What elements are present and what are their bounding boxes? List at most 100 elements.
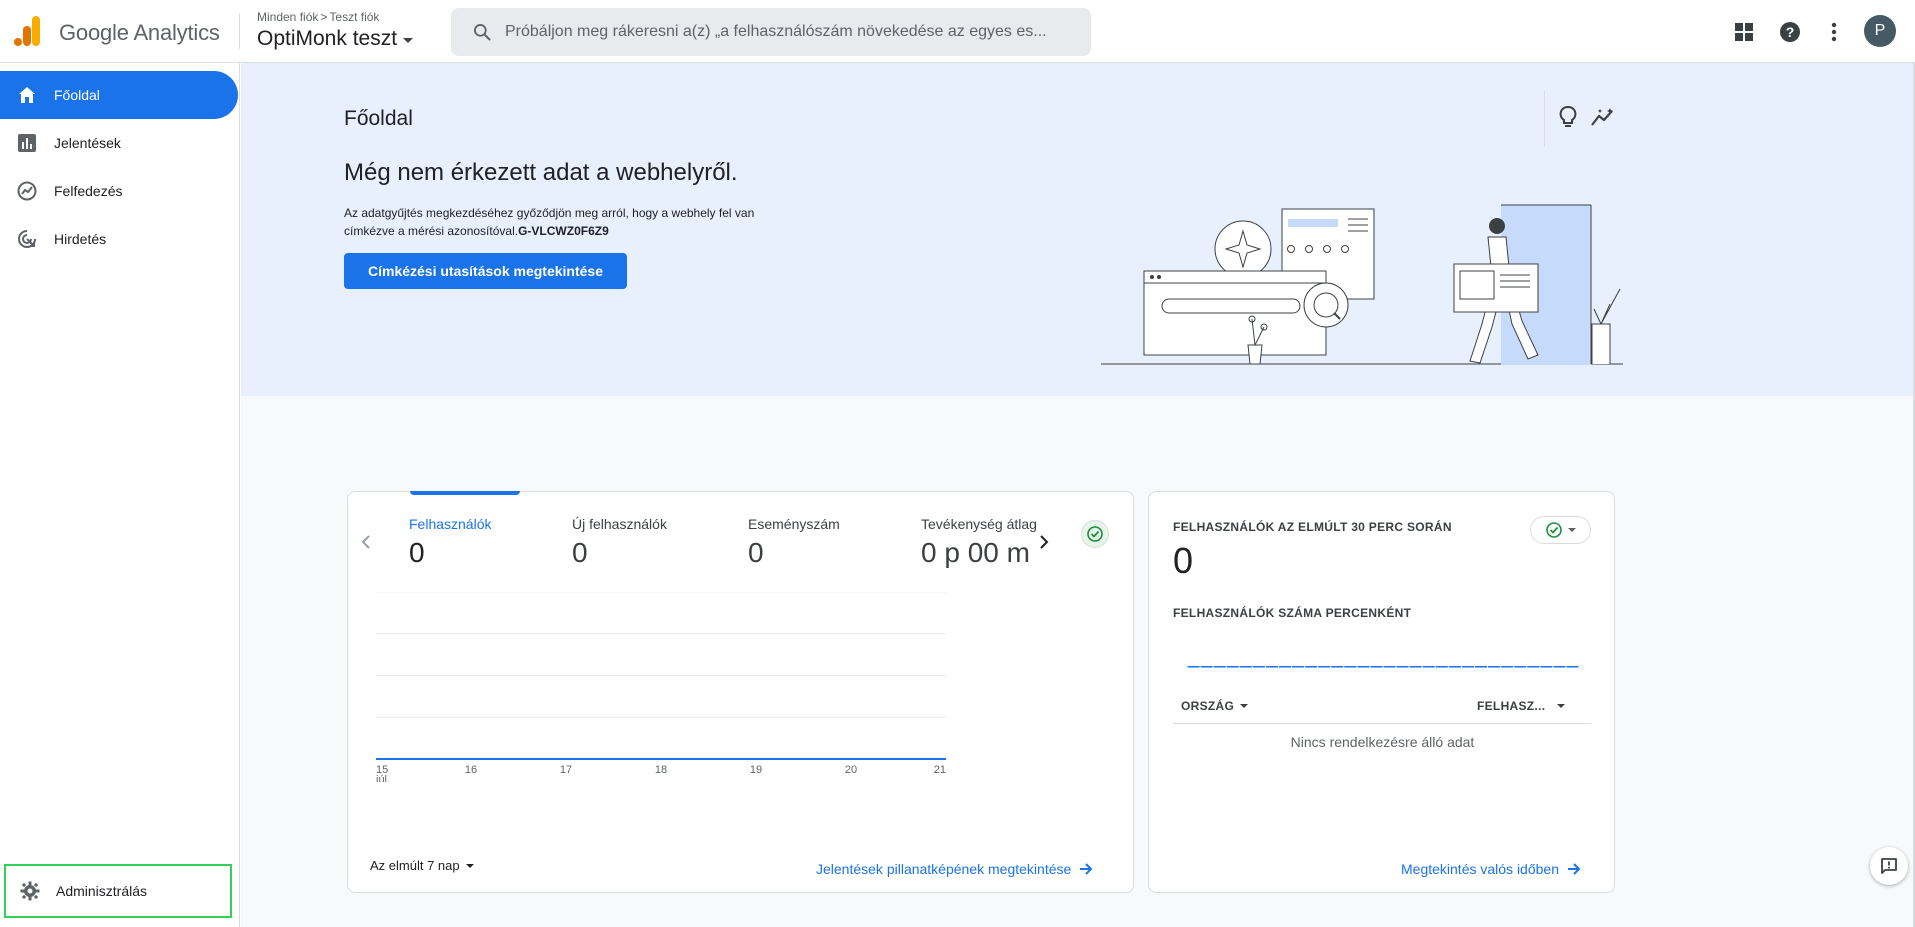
svg-text:?: ? (1786, 24, 1795, 40)
realtime-table-header: ORSZÁG FELHASZ... (1173, 688, 1591, 724)
sidebar-item-explore[interactable]: Felfedezés (0, 167, 238, 215)
breadcrumb[interactable]: Minden fiók > Teszt fiók (257, 10, 379, 24)
sidebar-item-label: Jelentések (54, 135, 121, 151)
view-reports-snapshot-link[interactable]: Jelentések pillanatképének megtekintése (816, 861, 1093, 877)
metric-tab-event-count[interactable]: Eseményszám 0 (748, 516, 840, 569)
metric-tab-engagement[interactable]: Tevékenység átlag 0 p 00 m (921, 516, 1036, 569)
metric-tab-users[interactable]: Felhasználók 0 (409, 516, 492, 569)
realtime-card: FELHASZNÁLÓK AZ ELMÚLT 30 PERC SORÁN 0 F… (1148, 491, 1615, 893)
minute-bar (1501, 666, 1514, 668)
breadcrumb-account-all[interactable]: Minden fiók (257, 10, 318, 24)
search-bar[interactable] (451, 8, 1091, 56)
apps-icon[interactable] (1728, 16, 1760, 48)
x-tick-label: 20 (845, 764, 857, 776)
sidebar-item-label: Felfedezés (54, 183, 123, 199)
lightbulb-icon[interactable] (1555, 104, 1581, 130)
bar-chart-icon (0, 134, 54, 152)
arrow-right-icon (1568, 863, 1581, 875)
sidebar: Főoldal Jelentések Felfedezés Hirdetés A… (0, 63, 240, 927)
minute-bar (1318, 666, 1331, 668)
x-tick-label: 19 (750, 764, 762, 776)
explore-icon (0, 181, 54, 201)
caret-down-icon (1567, 528, 1576, 532)
property-selector[interactable]: OptiMonk teszt (257, 27, 414, 51)
minute-bar (1474, 666, 1488, 668)
realtime-title: FELHASZNÁLÓK AZ ELMÚLT 30 PERC SORÁN (1173, 520, 1452, 534)
sidebar-item-advertising[interactable]: Hirdetés (0, 215, 238, 263)
check-circle-icon[interactable] (1081, 520, 1109, 548)
metric-tab-new-users[interactable]: Új felhasználók 0 (572, 516, 667, 569)
view-reports-snapshot-label: Jelentések pillanatképének megtekintése (816, 861, 1072, 877)
empty-state-illustration (1101, 204, 1623, 365)
product-name[interactable]: Google Analytics (59, 20, 220, 46)
sidebar-item-admin[interactable]: Adminisztrálás (4, 864, 232, 918)
minute-bar (1461, 666, 1474, 668)
caret-down-icon (1557, 704, 1566, 708)
x-tick-label: 16 (465, 764, 477, 776)
sidebar-item-home[interactable]: Főoldal (0, 71, 238, 119)
no-data-message: Nincs rendelkezésre álló adat (1290, 734, 1475, 750)
sidebar-item-reports[interactable]: Jelentések (0, 119, 238, 167)
minute-bar (1553, 666, 1566, 668)
minute-bar (1383, 666, 1396, 668)
minute-bar (1514, 666, 1527, 668)
help-icon[interactable]: ? (1774, 16, 1806, 48)
minute-bar (1370, 666, 1383, 668)
chevron-right-icon[interactable] (1034, 530, 1054, 554)
advertising-icon (0, 229, 54, 249)
search-icon (459, 8, 505, 56)
measurement-id: G-VLCWZ0F6Z9 (518, 224, 609, 238)
avatar[interactable]: P (1864, 15, 1896, 47)
sidebar-item-label: Hirdetés (54, 231, 107, 247)
users-per-minute-bars (1187, 666, 1579, 668)
minute-bar (1331, 666, 1344, 668)
page-title: Főoldal (344, 107, 413, 130)
x-tick-sublabel: júl. (376, 774, 390, 782)
hero-heading: Még nem érkezett adat a webhelyről. (344, 159, 738, 186)
minute-bar (1305, 666, 1318, 668)
google-analytics-logo[interactable] (14, 16, 40, 46)
property-name: OptiMonk teszt (257, 27, 398, 50)
x-tick-label: 17 (560, 764, 572, 776)
column-header-users[interactable]: FELHASZ... (1477, 699, 1566, 713)
main-content: Főoldal Még nem érkezett adat a webhelyr… (241, 63, 1915, 927)
x-tick-label: 21 (934, 764, 946, 776)
topbar-divider (239, 13, 240, 49)
minute-bar (1292, 666, 1305, 668)
tagging-instructions-button[interactable]: Címkézési utasítások megtekintése (344, 253, 627, 289)
minute-bar (1226, 666, 1239, 668)
minute-bar (1252, 666, 1265, 668)
realtime-status-dropdown[interactable] (1530, 516, 1591, 544)
search-input[interactable] (505, 23, 1075, 41)
caret-down-icon (465, 864, 474, 868)
breadcrumb-account[interactable]: Teszt fiók (329, 10, 379, 24)
column-header-label: FELHASZ... (1477, 699, 1546, 713)
hero-banner: Főoldal Még nem érkezett adat a webhelyr… (241, 63, 1915, 396)
minute-bar (1187, 666, 1200, 668)
date-range-selector[interactable]: Az elmúlt 7 nap (370, 858, 474, 873)
feedback-button[interactable] (1870, 847, 1908, 885)
breadcrumb-separator: > (320, 10, 328, 24)
more-vert-icon[interactable] (1818, 16, 1850, 48)
home-icon (0, 86, 54, 104)
chevron-left-icon[interactable] (356, 530, 376, 554)
minute-bar (1566, 666, 1579, 668)
gear-icon (6, 881, 54, 901)
metric-label: Tevékenység átlag (921, 516, 1036, 532)
sidebar-item-label: Főoldal (54, 87, 100, 103)
check-circle-icon (1545, 522, 1562, 538)
minute-bar (1213, 666, 1226, 668)
minute-bar (1527, 666, 1540, 668)
view-realtime-link[interactable]: Megtekintés valós időben (1401, 861, 1581, 877)
hero-divider (1544, 91, 1545, 147)
minute-bar (1540, 666, 1553, 668)
metric-label: Eseményszám (748, 516, 840, 532)
minute-bar (1409, 666, 1422, 668)
minute-bar (1265, 666, 1278, 668)
insights-trend-icon[interactable] (1589, 104, 1617, 130)
column-header-country[interactable]: ORSZÁG (1181, 699, 1249, 713)
metric-label: Új felhasználók (572, 516, 667, 532)
realtime-subtitle: FELHASZNÁLÓK SZÁMA PERCENKÉNT (1173, 606, 1412, 620)
minute-bar (1396, 666, 1409, 668)
caret-down-icon (1240, 704, 1249, 708)
